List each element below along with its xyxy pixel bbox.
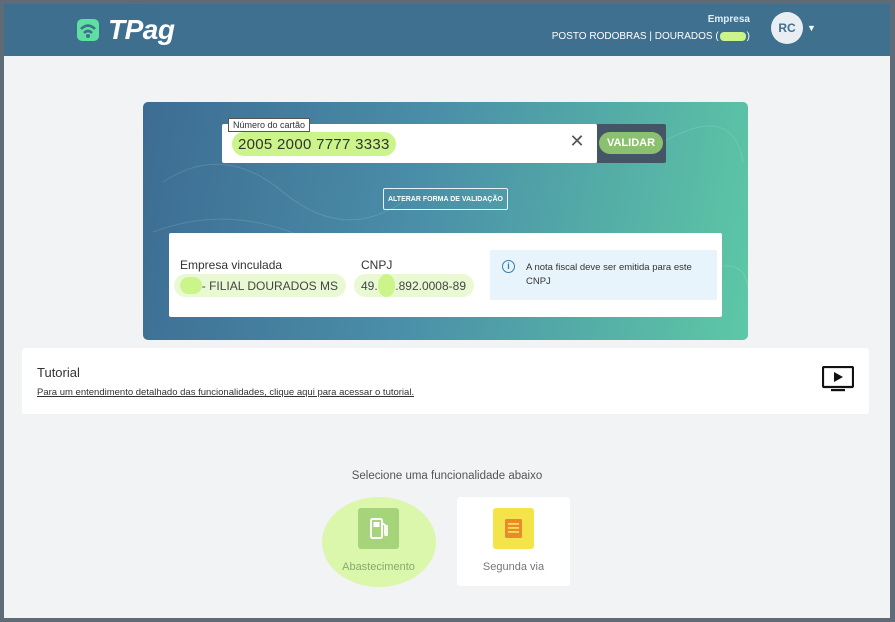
company-name: POSTO RODOBRAS | DOURADOS (	[551, 31, 719, 42]
card-number-input[interactable]: 2005 2000 7777 3333	[232, 132, 396, 156]
document-icon-tile	[493, 508, 534, 549]
close-icon[interactable]: ✕	[569, 132, 585, 150]
notice-text: A nota fiscal deve ser emitida para este…	[526, 262, 692, 287]
info-icon: i	[502, 260, 515, 273]
linked-company-title: Empresa vinculada	[180, 258, 283, 272]
redacted-highlight	[377, 274, 396, 297]
refuel-label: Abastecimento	[342, 561, 415, 573]
fuel-pump-icon	[370, 518, 388, 539]
tutorial-title: Tutorial	[37, 365, 80, 380]
redacted-highlight	[180, 277, 202, 294]
second-copy-option[interactable]: Segunda via	[457, 497, 570, 586]
tutorial-link[interactable]: Para um entendimento detalhado das funci…	[37, 387, 414, 398]
video-play-icon[interactable]	[822, 366, 854, 392]
tutorial-card: Tutorial Para um entendimento detalhado …	[22, 348, 869, 414]
top-navbar: TPag Empresa POSTO RODOBRAS | DOURADOS (…	[4, 4, 890, 56]
refuel-option[interactable]: Abastecimento	[322, 497, 435, 586]
cnpj-value: 49. .892.0008-89	[354, 274, 474, 297]
company-label: Empresa	[707, 14, 750, 25]
function-prompt: Selecione uma funcionalidade abaixo	[351, 470, 543, 482]
company-name-end: )	[746, 31, 750, 42]
validate-button[interactable]: VALIDAR	[599, 132, 663, 154]
card-number-field[interactable]: Número do cartão 2005 2000 7777 3333 ✕	[222, 118, 597, 163]
app-window: TPag Empresa POSTO RODOBRAS | DOURADOS (…	[4, 4, 890, 618]
chevron-down-icon[interactable]: ▼	[807, 23, 816, 33]
change-validation-button[interactable]: ALTERAR FORMA DE VALIDAÇÃO	[383, 188, 508, 210]
tpag-logo-icon	[77, 19, 99, 41]
company-value: POSTO RODOBRAS | DOURADOS ()	[552, 31, 750, 42]
second-copy-label: Segunda via	[482, 561, 545, 573]
card-number-label: Número do cartão	[228, 118, 311, 132]
linked-company-value: - FILIAL DOURADOS MS	[174, 274, 346, 297]
linked-company-text: - FILIAL DOURADOS MS	[201, 278, 338, 293]
company-info-card: Empresa vinculada - FILIAL DOURADOS MS C…	[169, 233, 722, 317]
cnpj-prefix: 49.	[361, 278, 378, 293]
cnpj-title: CNPJ	[361, 258, 393, 272]
validation-panel: Número do cartão 2005 2000 7777 3333 ✕ V…	[143, 102, 748, 340]
user-avatar[interactable]: RC	[771, 12, 803, 44]
logo-text: TPag	[108, 14, 175, 45]
cnpj-suffix: .892.0008-89	[395, 278, 466, 293]
validate-button-container: VALIDAR	[597, 124, 666, 163]
company-selector[interactable]: Empresa POSTO RODOBRAS | DOURADOS ()	[552, 14, 750, 42]
document-icon	[505, 519, 522, 538]
redacted-highlight	[719, 31, 746, 41]
fuel-pump-icon-tile	[358, 508, 399, 549]
invoice-notice: i A nota fiscal deve ser emitida para es…	[490, 250, 717, 300]
tpag-logo[interactable]: TPag	[76, 14, 175, 46]
